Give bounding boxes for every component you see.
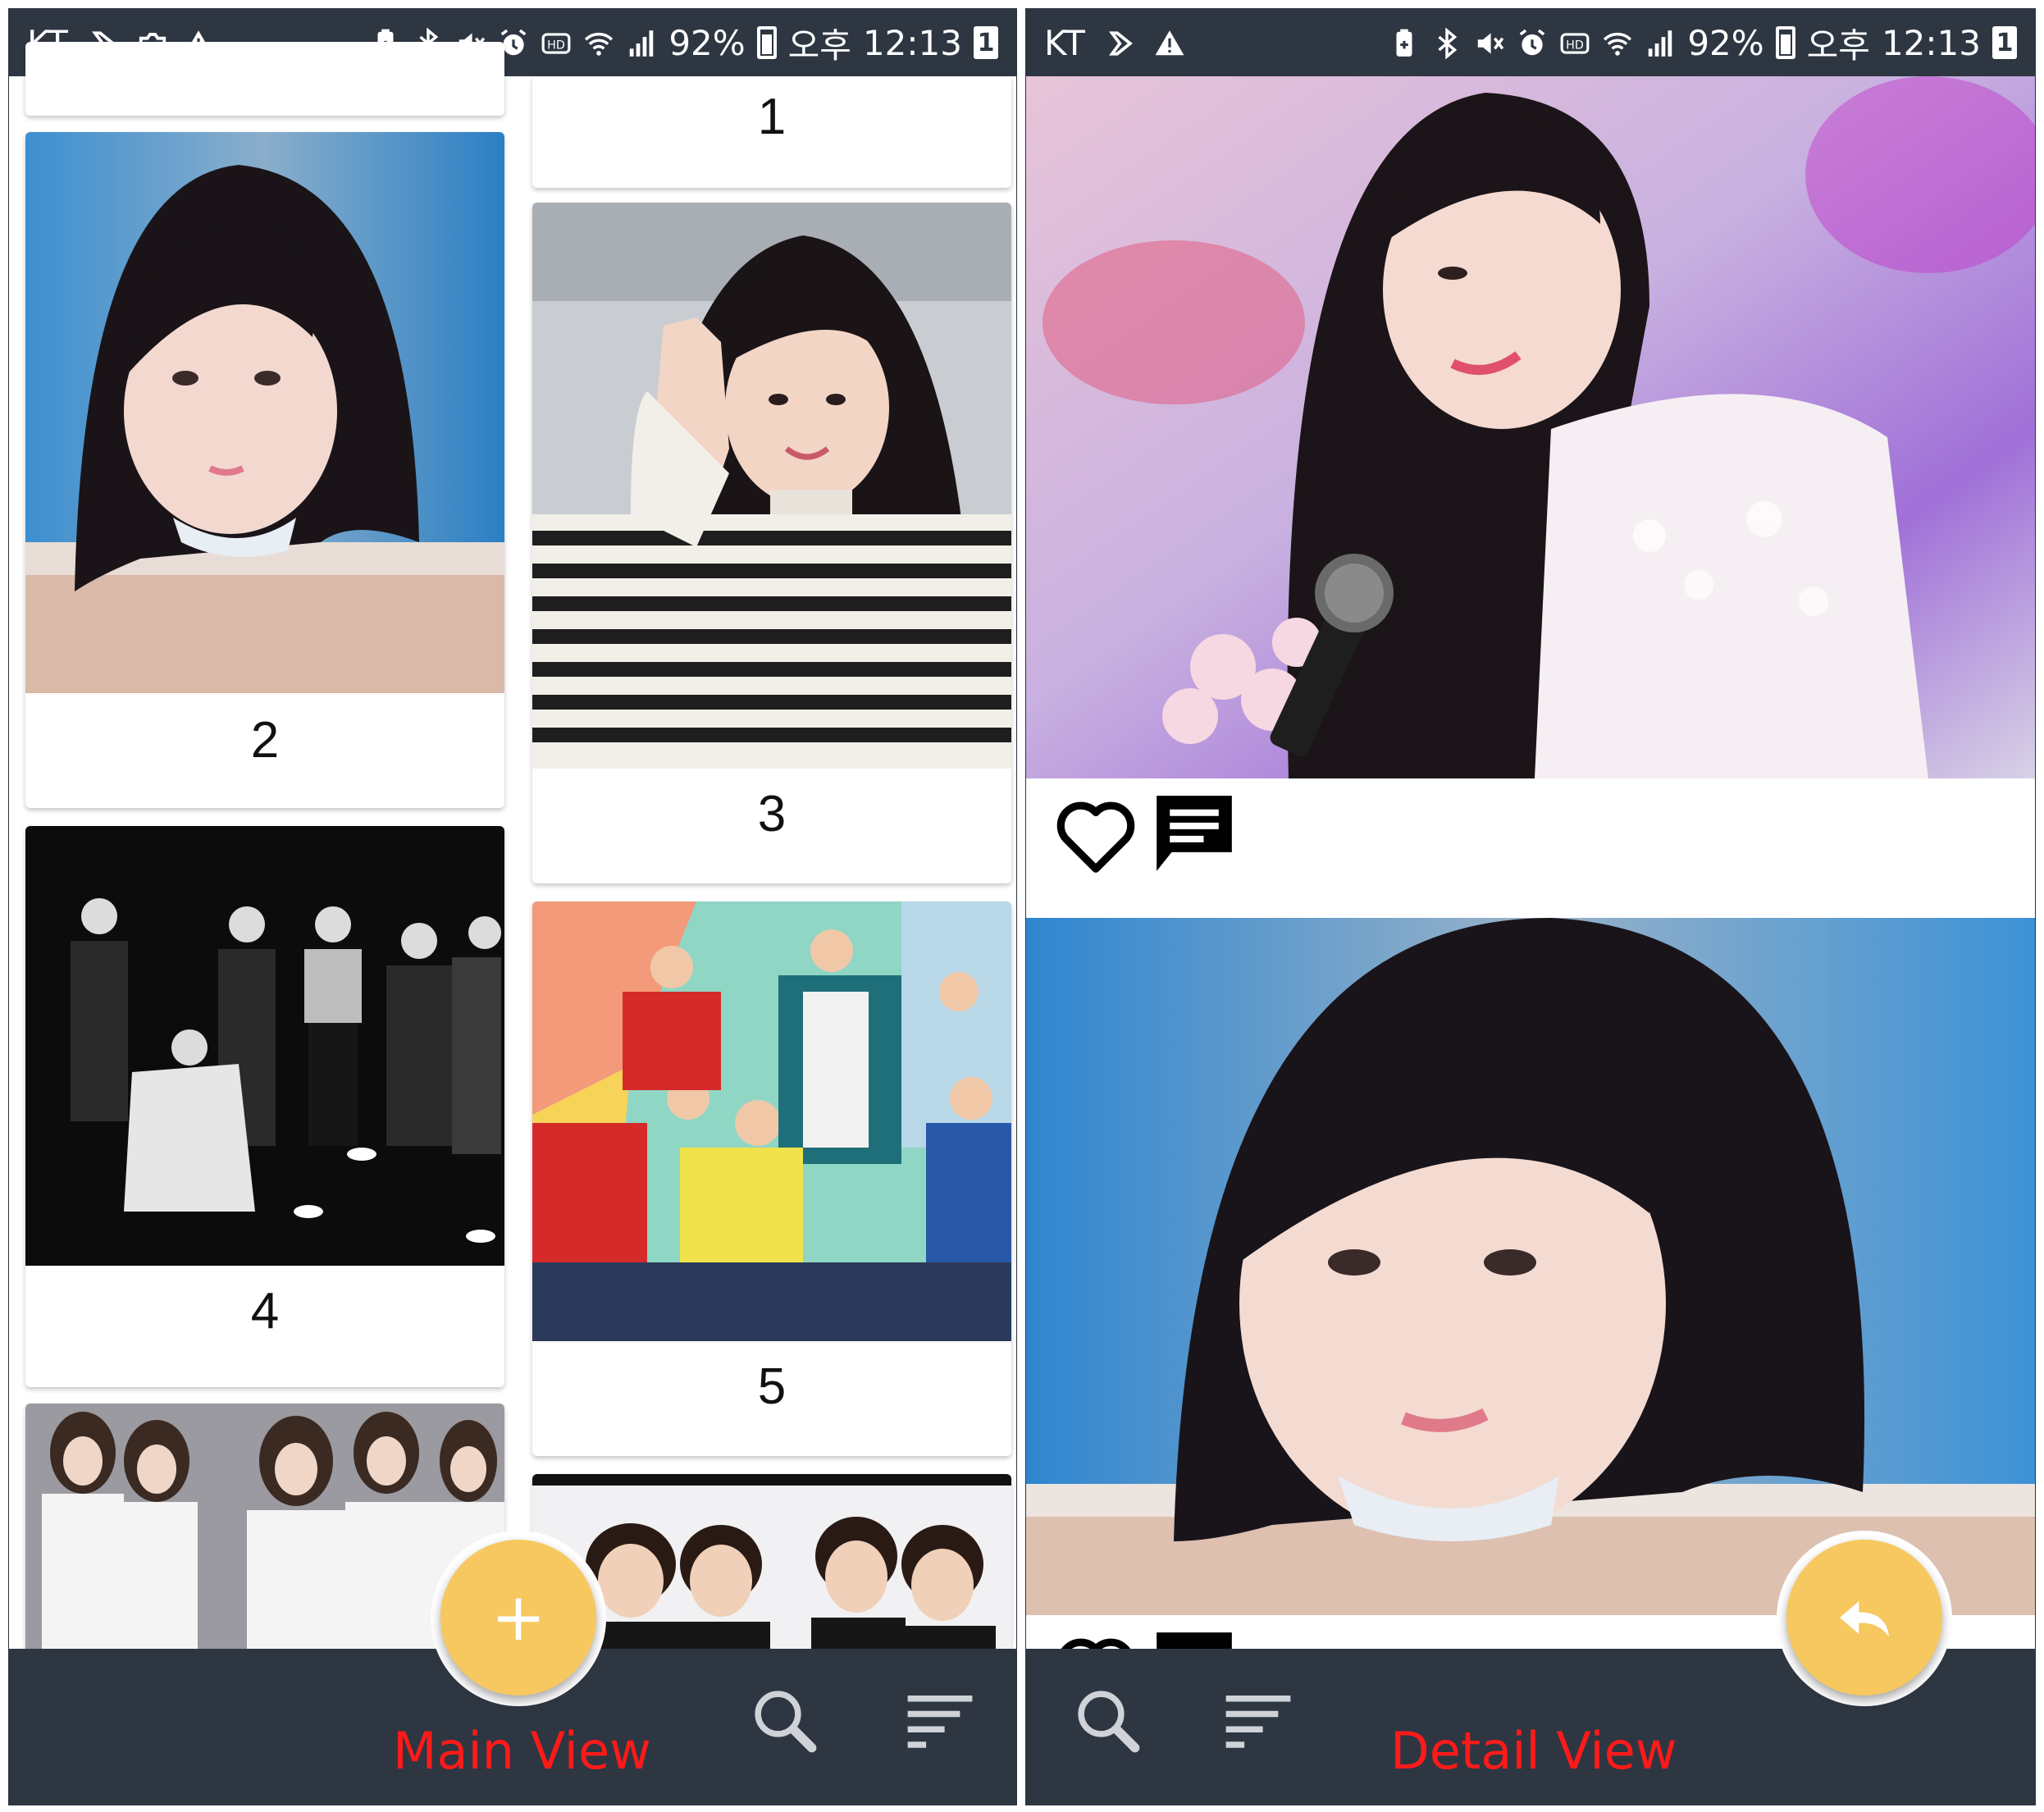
clock: 12:13 bbox=[1881, 22, 1981, 63]
signal-icon bbox=[1645, 27, 1676, 58]
card-1[interactable]: 1 bbox=[532, 76, 1011, 188]
notification-count-badge: 1 bbox=[1992, 26, 2017, 59]
view-caption: Detail View bbox=[1390, 1721, 1677, 1781]
plus-icon: + bbox=[490, 1579, 546, 1655]
card-3[interactable]: 3 bbox=[532, 203, 1011, 883]
main-view-screen: KT HD 92% 오후 12:13 1 1 bbox=[8, 8, 1017, 1805]
card-5[interactable]: 5 bbox=[532, 901, 1011, 1456]
search-icon[interactable] bbox=[1070, 1683, 1144, 1757]
card-label: 2 bbox=[250, 712, 280, 769]
time-period: 오후 bbox=[1806, 25, 1870, 66]
back-button[interactable] bbox=[1786, 1540, 1942, 1696]
svg-text:HD: HD bbox=[1566, 39, 1584, 52]
wifi-icon bbox=[583, 27, 614, 58]
battery-percent: 92% bbox=[1687, 22, 1764, 63]
mute-icon bbox=[1474, 27, 1505, 58]
carrier-label: KT bbox=[1044, 22, 1085, 63]
battery-icon bbox=[756, 26, 777, 59]
photo-group-colorful bbox=[532, 901, 1011, 1341]
battery-saver-icon bbox=[1389, 27, 1420, 58]
photo-girl-waving-striped-shirt bbox=[532, 203, 1011, 769]
post-actions bbox=[1026, 778, 2035, 918]
clock: 12:13 bbox=[862, 22, 962, 63]
warning-icon bbox=[1154, 27, 1185, 58]
notification-count-badge: 1 bbox=[974, 26, 998, 59]
card-label: 4 bbox=[250, 1283, 280, 1340]
detail-view-screen: KT HD 92% 오후 12:13 1 Detail View bbox=[1025, 8, 2036, 1805]
search-icon[interactable] bbox=[747, 1683, 821, 1757]
card-label: 5 bbox=[757, 1358, 787, 1415]
photo-girl-dark-hair bbox=[25, 132, 504, 693]
alarm-icon bbox=[1517, 27, 1548, 58]
card-4[interactable]: 4 bbox=[25, 826, 504, 1387]
sort-icon[interactable] bbox=[1221, 1683, 1295, 1757]
photo-group-black-and-white bbox=[25, 826, 504, 1266]
battery-percent: 92% bbox=[668, 22, 746, 63]
status-bar: KT HD 92% 오후 12:13 1 bbox=[1026, 9, 2035, 76]
time-period: 오후 bbox=[787, 25, 851, 66]
wifi-icon bbox=[1602, 27, 1633, 58]
reply-icon bbox=[1832, 1585, 1897, 1650]
photo-girl-microphone-flowers[interactable] bbox=[1026, 76, 2036, 778]
view-caption: Main View bbox=[393, 1721, 651, 1781]
card-label: 3 bbox=[757, 786, 787, 842]
battery-icon bbox=[1775, 26, 1795, 59]
video-icon bbox=[1108, 27, 1139, 58]
card-partial-top[interactable] bbox=[25, 42, 504, 116]
sort-icon[interactable] bbox=[903, 1683, 977, 1757]
add-button[interactable]: + bbox=[440, 1540, 596, 1696]
hd-icon: HD bbox=[541, 27, 572, 58]
comment-icon[interactable] bbox=[1149, 788, 1239, 879]
card-label: 1 bbox=[757, 89, 787, 145]
card-2[interactable]: 2 bbox=[25, 132, 504, 808]
photo-girl-dark-hair-closeup[interactable] bbox=[1026, 918, 2036, 1615]
hd-icon: HD bbox=[1559, 27, 1590, 58]
svg-text:HD: HD bbox=[547, 39, 565, 52]
bluetooth-icon bbox=[1431, 27, 1462, 60]
heart-icon[interactable] bbox=[1051, 790, 1141, 880]
signal-icon bbox=[626, 27, 657, 58]
